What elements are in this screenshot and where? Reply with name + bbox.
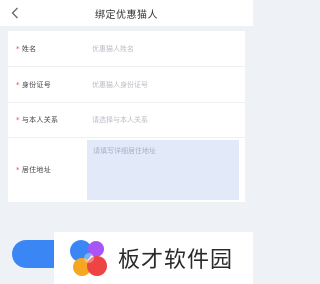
back-button[interactable] (4, 2, 26, 24)
id-number-label-text: 身份证号 (21, 80, 52, 89)
name-label-text: 姓名 (21, 44, 37, 53)
address-label: * 居住地址 (16, 165, 51, 175)
name-input[interactable] (92, 40, 238, 57)
required-mark: * (16, 116, 20, 124)
name-label: * 姓名 (16, 44, 36, 54)
address-label-text: 居住地址 (21, 166, 52, 174)
nav-bar: 绑定优惠猫人 (0, 0, 253, 26)
app-screen: 绑定优惠猫人 *姓名 *身份证号 *与本人关系 请选择与本人关系 *居住地址 (0, 0, 253, 284)
relation-label-text: 与本人关系 (21, 116, 59, 124)
id-number-row: * 身份证号 (8, 67, 245, 103)
watermark-text: 板才软件园 (118, 248, 234, 273)
required-mark: * (16, 44, 20, 53)
relation-row[interactable]: * 与本人关系 请选择与本人关系 (8, 103, 245, 138)
chevron-left-icon (11, 7, 18, 19)
relation-label: * 与本人关系 (16, 115, 58, 125)
address-textarea[interactable] (87, 140, 239, 200)
address-row: * 居住地址 (8, 138, 245, 202)
required-mark: * (16, 166, 20, 174)
page-title: 绑定优惠猫人 (95, 9, 158, 21)
binding-form: *姓名 *身份证号 *与本人关系 请选择与本人关系 *居住地址 (8, 31, 245, 202)
relation-select[interactable]: 请选择与本人关系 (92, 115, 148, 125)
required-mark: * (16, 80, 20, 89)
id-number-input[interactable] (92, 76, 238, 93)
name-row: * 姓名 (8, 31, 245, 67)
id-number-label: * 身份证号 (16, 80, 51, 90)
watermark: 板才软件园 (54, 232, 253, 284)
watermark-logo-icon (70, 240, 107, 276)
